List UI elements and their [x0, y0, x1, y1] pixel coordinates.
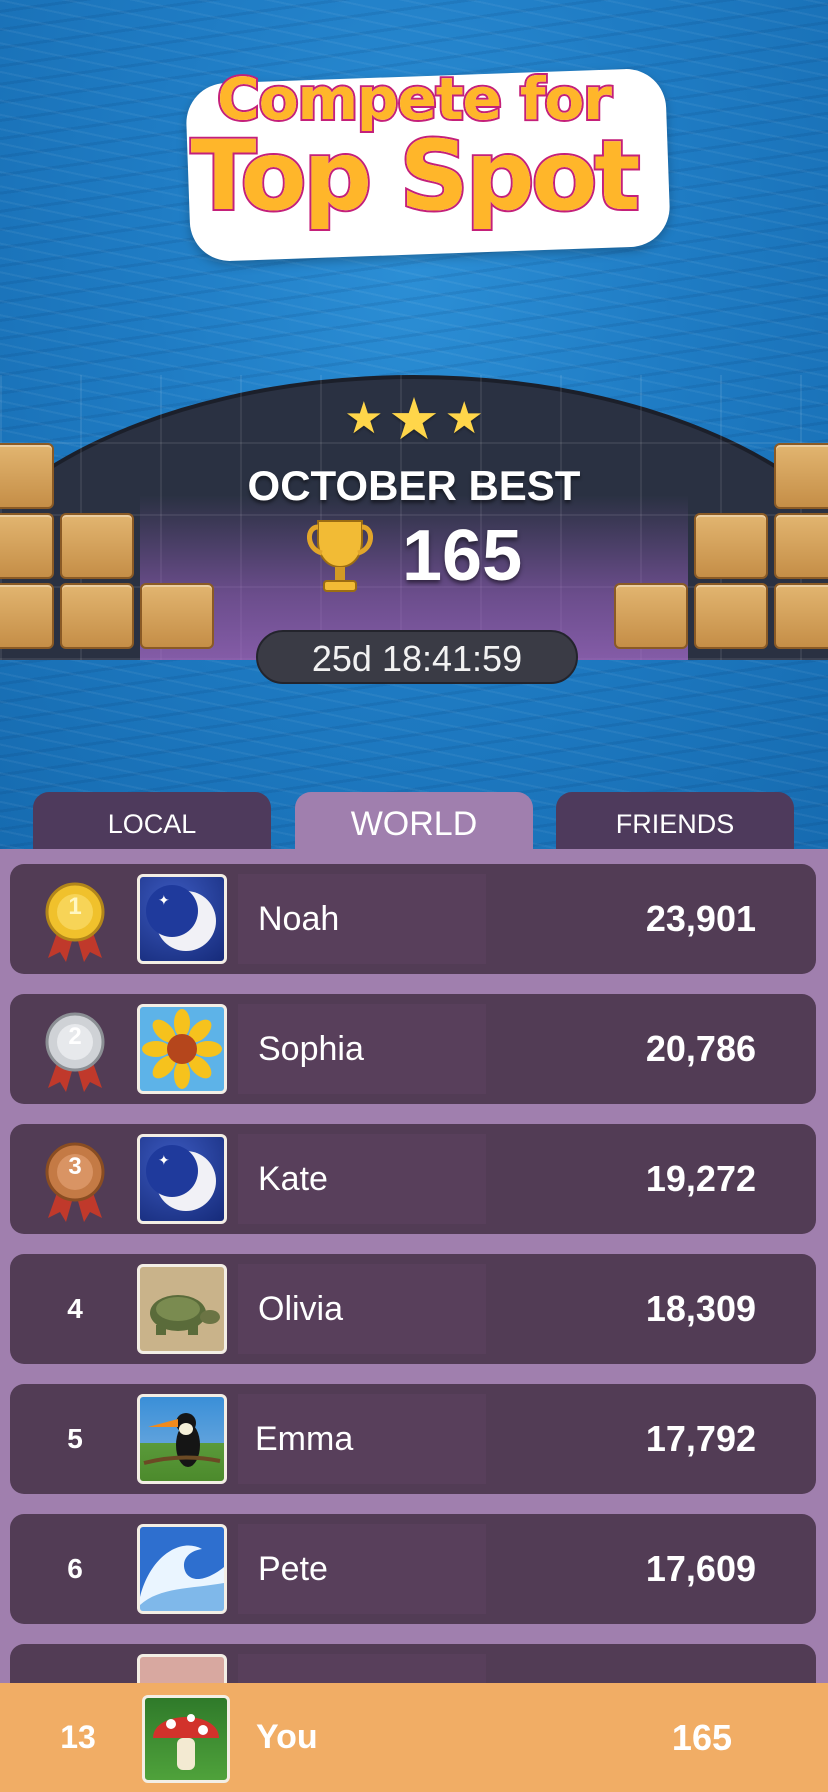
- moon-avatar: ✦: [137, 1134, 227, 1224]
- leaderboard-panel[interactable]: 1 ✦ Noah 23,901 2 Sophia 20,786 3 ✦ Kate…: [0, 849, 828, 1792]
- stars: ★ ★ ★: [0, 385, 828, 453]
- your-score: 165: [671, 1717, 732, 1758]
- countdown-timer: 25d 18:41:59: [256, 630, 578, 684]
- wood-block: [60, 513, 134, 579]
- player-score: 18,309: [645, 1288, 756, 1329]
- title: Compete for Top Spot: [0, 68, 828, 232]
- best-label: OCTOBER BEST: [247, 462, 581, 509]
- tab-world[interactable]: WORLD: [295, 792, 533, 856]
- player-name: Sophia: [258, 1030, 364, 1068]
- wood-block: [774, 583, 828, 649]
- player-name: Noah: [258, 900, 340, 938]
- trophy-icon: [307, 520, 373, 592]
- wood-block: [694, 583, 768, 649]
- leaderboard-row[interactable]: 4 Olivia 18,309: [10, 1254, 816, 1364]
- tab-local[interactable]: LOCAL: [33, 792, 271, 856]
- star-icon: ★: [344, 394, 384, 443]
- toucan-avatar: [137, 1394, 227, 1484]
- sunflower-avatar: [137, 1004, 227, 1094]
- wood-block: [140, 583, 214, 649]
- wave-icon: [140, 1545, 224, 1611]
- best-score-row: 165: [300, 515, 600, 596]
- svg-text:✦: ✦: [158, 1153, 170, 1169]
- star-icon: ★: [388, 387, 440, 452]
- player-score: 19,272: [645, 1158, 756, 1199]
- wood-block: [774, 513, 828, 579]
- best-score: 165: [402, 516, 523, 596]
- star-icon: ★: [444, 394, 484, 443]
- leaderboard-row[interactable]: 1 ✦ Noah 23,901: [10, 864, 816, 974]
- wood-block: [614, 583, 688, 649]
- player-score: 17,609: [645, 1548, 756, 1589]
- rank-number: 6: [67, 1553, 83, 1584]
- current-player-bar[interactable]: 13 You 165: [0, 1683, 828, 1792]
- svg-text:✦: ✦: [158, 893, 170, 909]
- sunflower-icon: [142, 1009, 222, 1089]
- rank-number: 2: [68, 1023, 82, 1050]
- your-name: You: [256, 1718, 318, 1756]
- leaderboard-row[interactable]: 3 ✦ Kate 19,272: [10, 1124, 816, 1234]
- rank-number: 1: [68, 893, 82, 920]
- moon-icon: ✦: [146, 885, 216, 951]
- your-rank: 13: [60, 1719, 96, 1755]
- wave-avatar: [137, 1524, 227, 1614]
- player-name: Pete: [258, 1550, 328, 1588]
- player-name: Kate: [258, 1160, 328, 1198]
- leaderboard-row[interactable]: 6 Pete 17,609: [10, 1514, 816, 1624]
- tab-friends[interactable]: FRIENDS: [556, 792, 794, 856]
- moon-avatar: ✦: [137, 874, 227, 964]
- rank-number: 4: [67, 1293, 83, 1324]
- wood-block: [0, 513, 54, 579]
- wood-block: [694, 513, 768, 579]
- player-score: 17,792: [645, 1418, 756, 1459]
- leaderboard-row[interactable]: 5 Emma 17,792: [10, 1384, 816, 1494]
- player-score: 20,786: [645, 1028, 756, 1069]
- player-score: 23,901: [645, 898, 756, 939]
- rank-number: 3: [68, 1153, 82, 1180]
- wood-block: [60, 583, 134, 649]
- mushroom-icon: [153, 1714, 219, 1770]
- leaderboard-row[interactable]: 2 Sophia 20,786: [10, 994, 816, 1104]
- moon-icon: ✦: [146, 1145, 216, 1211]
- wood-block: [0, 583, 54, 649]
- title-line-2: Top Spot: [189, 120, 643, 232]
- turtle-icon: [150, 1295, 220, 1335]
- rank-number: 5: [67, 1423, 83, 1454]
- player-name: Olivia: [258, 1290, 344, 1328]
- toucan-icon: [143, 1413, 221, 1467]
- turtle-avatar: [137, 1264, 227, 1354]
- mushroom-avatar: [142, 1695, 230, 1783]
- player-name: Emma: [255, 1420, 354, 1458]
